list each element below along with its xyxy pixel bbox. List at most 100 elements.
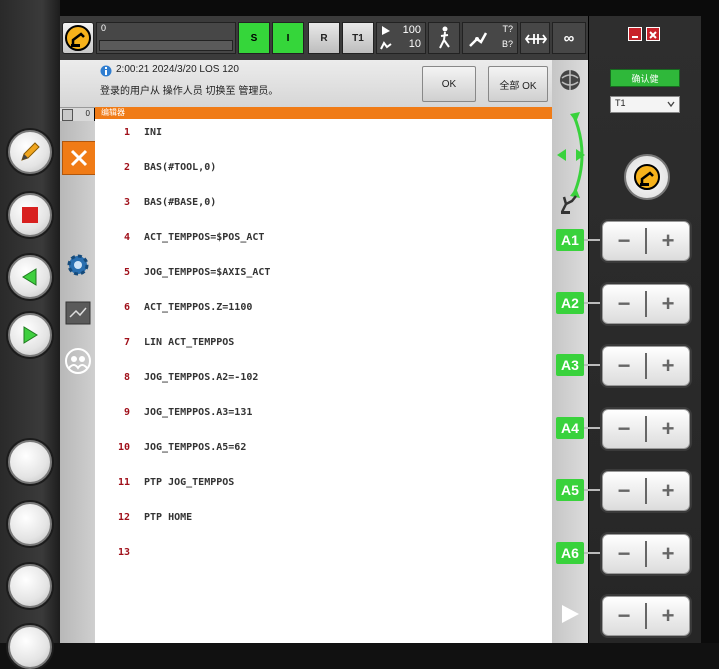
line-code: ACT_TEMPPOS.Z=1100 bbox=[144, 302, 253, 313]
mode-select-value: T1 bbox=[615, 98, 626, 108]
close-x-icon bbox=[70, 149, 88, 167]
jog-separator bbox=[645, 603, 647, 629]
editor-tab[interactable]: 编辑器 bbox=[95, 107, 552, 119]
softkey-4[interactable] bbox=[8, 625, 52, 669]
operating-mode-t1[interactable]: T1 bbox=[342, 22, 374, 54]
line-code: PTP HOME bbox=[144, 512, 193, 523]
jog-override: 10 bbox=[408, 38, 421, 50]
softkey-2[interactable] bbox=[8, 502, 52, 546]
counter-value: 0 bbox=[101, 23, 107, 33]
code-line[interactable]: 11 PTP JOG_TEMPPOS bbox=[95, 477, 552, 497]
chevron-down-icon bbox=[667, 101, 675, 108]
stop-square-icon bbox=[22, 207, 38, 223]
incremental-arrows-icon bbox=[525, 34, 547, 44]
incremental-jog-button[interactable] bbox=[520, 22, 550, 54]
line-number: 2 bbox=[123, 162, 130, 173]
jog-plus-button[interactable]: + bbox=[649, 602, 687, 630]
counter-state[interactable]: 0 bbox=[62, 109, 92, 121]
line-code: ACT_TEMPPOS=$POS_ACT bbox=[144, 232, 265, 243]
settings-button[interactable] bbox=[62, 249, 94, 281]
line-number: 1 bbox=[123, 127, 130, 138]
edit-button[interactable] bbox=[8, 130, 52, 174]
jog-plus-button[interactable]: + bbox=[649, 227, 687, 255]
jog-minus-button[interactable]: − bbox=[605, 352, 643, 380]
jog-minus-button[interactable]: − bbox=[605, 477, 643, 505]
pencil-icon bbox=[21, 142, 40, 161]
jog-minus-button[interactable]: − bbox=[605, 540, 643, 568]
code-line[interactable]: 7 LIN ACT_TEMPPOS bbox=[95, 337, 552, 357]
code-line[interactable]: 1 INI bbox=[95, 127, 552, 147]
display-icon bbox=[65, 301, 91, 325]
program-editor[interactable]: 1 INI 2 BAS(#TOOL,0) 3 BAS(#BASE,0) 4 ACT_TEMPP… bbox=[95, 119, 552, 643]
code-line[interactable]: 3 BAS(#BASE,0) bbox=[95, 197, 552, 217]
mode-select[interactable]: T1 bbox=[610, 96, 680, 113]
code-line[interactable]: 13 bbox=[95, 547, 552, 567]
jog-key-a2: − + bbox=[602, 283, 690, 324]
jog-minus-button[interactable]: − bbox=[605, 602, 643, 630]
start-forward-button[interactable] bbox=[8, 313, 52, 357]
start-backward-button[interactable] bbox=[8, 255, 52, 299]
robot-button[interactable] bbox=[624, 154, 670, 200]
ok-button[interactable]: OK bbox=[422, 66, 476, 102]
jog-minus-button[interactable]: − bbox=[605, 415, 643, 443]
all-ok-button[interactable]: 全部 OK bbox=[488, 66, 548, 102]
line-code: INI bbox=[144, 127, 163, 138]
continuous-jog-button[interactable]: ∞ bbox=[552, 22, 586, 54]
message-text: 登录的用户从 操作人员 切换至 管理员。 bbox=[100, 86, 279, 97]
jog-plus-button[interactable]: + bbox=[649, 290, 687, 318]
tool-base-display[interactable]: T? B? bbox=[462, 22, 518, 54]
softkey-1[interactable] bbox=[8, 440, 52, 484]
code-line[interactable]: 5 JOG_TEMPPOS=$AXIS_ACT bbox=[95, 267, 552, 287]
close-editor-button[interactable] bbox=[62, 141, 96, 175]
override-display[interactable]: 100 10 bbox=[376, 22, 426, 54]
main-menu-button[interactable] bbox=[62, 22, 94, 54]
jog-plus-button[interactable]: + bbox=[649, 352, 687, 380]
tool-column bbox=[60, 121, 96, 643]
robot-arm-icon bbox=[65, 25, 91, 51]
code-line[interactable]: 9 JOG_TEMPPOS.A3=131 bbox=[95, 407, 552, 427]
drive-status-i[interactable]: I bbox=[272, 22, 304, 54]
line-number: 3 bbox=[123, 197, 130, 208]
code-line[interactable]: 2 BAS(#TOOL,0) bbox=[95, 162, 552, 182]
info-icon bbox=[100, 65, 112, 77]
confirm-key-button[interactable]: 确认健 bbox=[610, 69, 680, 87]
triangle-right-icon bbox=[23, 326, 38, 344]
triangle-left-icon bbox=[22, 268, 37, 286]
display-button[interactable] bbox=[62, 297, 94, 329]
code-line[interactable]: 4 ACT_TEMPPOS=$POS_ACT bbox=[95, 232, 552, 252]
start-arrow-indicator[interactable] bbox=[558, 602, 582, 626]
axis-connector bbox=[584, 551, 602, 554]
jog-separator bbox=[645, 228, 647, 254]
code-line[interactable]: 12 PTP HOME bbox=[95, 512, 552, 532]
line-number: 12 bbox=[117, 512, 130, 523]
robot-coordinate-icon-wrap[interactable] bbox=[558, 192, 582, 216]
line-code: JOG_TEMPPOS=$AXIS_ACT bbox=[144, 267, 271, 278]
code-line[interactable]: 6 ACT_TEMPPOS.Z=1100 bbox=[95, 302, 552, 322]
users-button[interactable] bbox=[62, 345, 94, 377]
softkey-3[interactable] bbox=[8, 564, 52, 608]
axis-label-a2: A2 bbox=[556, 291, 584, 314]
jog-plus-button[interactable]: + bbox=[649, 477, 687, 505]
jog-plus-button[interactable]: + bbox=[649, 540, 687, 568]
close-window-button[interactable] bbox=[646, 27, 660, 41]
jog-key-a4: − + bbox=[602, 408, 690, 449]
code-line[interactable]: 8 JOG_TEMPPOS.A2=-102 bbox=[95, 372, 552, 392]
jog-minus-button[interactable]: − bbox=[605, 227, 643, 255]
globe-button[interactable] bbox=[558, 68, 582, 92]
play-triangle-icon bbox=[562, 605, 579, 623]
code-line[interactable]: 10 JOG_TEMPPOS.A5=62 bbox=[95, 442, 552, 462]
left-bezel bbox=[0, 0, 60, 669]
line-code: LIN ACT_TEMPPOS bbox=[144, 337, 235, 348]
robot-interpreter-r[interactable]: R bbox=[308, 22, 340, 54]
axis-connector bbox=[584, 426, 602, 429]
jog-minus-button[interactable]: − bbox=[605, 290, 643, 318]
stop-button[interactable] bbox=[8, 193, 52, 237]
close-icon bbox=[649, 31, 657, 39]
jog-plus-button[interactable]: + bbox=[649, 415, 687, 443]
submit-status-s[interactable]: S bbox=[238, 22, 270, 54]
jog-mode-button[interactable] bbox=[428, 22, 460, 54]
axis-label-a5: A5 bbox=[556, 479, 584, 501]
line-code: BAS(#BASE,0) bbox=[144, 197, 217, 208]
axis-label-a3: A3 bbox=[556, 354, 584, 376]
minimize-button[interactable] bbox=[628, 27, 642, 41]
